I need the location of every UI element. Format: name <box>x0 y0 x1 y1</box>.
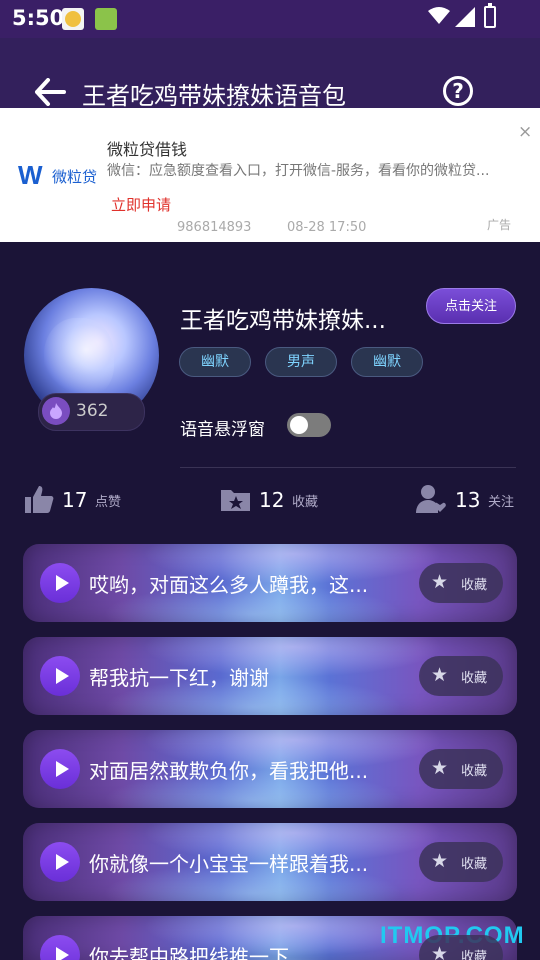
header: 王者吃鸡带妹撩妹语音包 ? <box>0 38 540 110</box>
heat-count: 362 <box>76 401 109 421</box>
collect-button-label: 收藏 <box>461 578 488 593</box>
flame-icon <box>42 397 70 425</box>
wifi-icon <box>428 6 450 31</box>
collect-button[interactable]: ★ 收藏 <box>419 749 503 789</box>
voice-clip-item[interactable]: 你就像一个小宝宝一样跟着我... ★ 收藏 <box>23 823 517 901</box>
clip-text: 哎哟，对面这么多人蹲我，这... <box>89 573 369 597</box>
follower-count: 13 <box>455 488 481 512</box>
voice-clip-item[interactable]: 哎哟，对面这么多人蹲我，这... ★ 收藏 <box>23 544 517 622</box>
collect-button[interactable]: ★ 收藏 <box>419 842 503 882</box>
float-window-label: 语音悬浮窗 <box>180 420 265 440</box>
collect-label: 收藏 <box>292 495 319 510</box>
play-icon[interactable] <box>40 935 80 960</box>
star-icon: ★ <box>431 757 449 779</box>
clip-text: 你去帮中路把线推一下 <box>89 945 289 960</box>
signal-icon <box>455 7 475 31</box>
ad-logo: W 微粒贷 <box>18 160 98 190</box>
play-icon[interactable] <box>40 563 80 603</box>
status-bar: 5:50 <box>0 0 540 38</box>
star-icon: ★ <box>431 850 449 872</box>
folder-star-icon[interactable] <box>220 484 250 514</box>
collect-button[interactable]: ★ 收藏 <box>419 935 503 960</box>
star-icon: ★ <box>431 664 449 686</box>
play-icon[interactable] <box>40 656 80 696</box>
ad-time: 08-28 17:50 <box>287 220 367 235</box>
tag-item[interactable]: 幽默 <box>179 347 251 377</box>
clip-text: 你就像一个小宝宝一样跟着我... <box>89 852 369 876</box>
user-heart-icon[interactable] <box>416 484 446 514</box>
collect-button-label: 收藏 <box>461 950 488 960</box>
battery-icon <box>484 3 496 28</box>
ad-label: 广告 <box>487 218 512 232</box>
collect-button-label: 收藏 <box>461 857 488 872</box>
tag-item[interactable]: 男声 <box>265 347 337 377</box>
voice-clip-item[interactable]: 帮我抗一下红，谢谢 ★ 收藏 <box>23 637 517 715</box>
like-label: 点赞 <box>95 495 122 510</box>
follow-button[interactable]: 点击关注 <box>426 288 516 324</box>
float-window-toggle[interactable] <box>287 413 331 437</box>
star-icon: ★ <box>431 943 449 960</box>
back-arrow-icon[interactable] <box>34 78 66 106</box>
help-icon[interactable]: ? <box>443 76 473 106</box>
clip-text: 对面居然敢欺负你，看我把他... <box>89 759 369 783</box>
ad-description: 微信：应急额度查看入口，打开微信-服务，看看你的微粒贷... <box>107 163 490 179</box>
close-icon[interactable]: × <box>518 122 532 142</box>
divider <box>180 467 516 468</box>
ad-brand: 微粒贷 <box>52 168 98 186</box>
brand-w-icon: W <box>18 160 43 190</box>
play-icon[interactable] <box>40 842 80 882</box>
status-time: 5:50 <box>12 6 65 30</box>
collect-count: 12 <box>259 488 285 512</box>
profile-name: 王者吃鸡带妹撩妹... <box>180 308 386 334</box>
ad-banner[interactable]: W 微粒贷 微粒贷借钱 微信：应急额度查看入口，打开微信-服务，看看你的微粒贷.… <box>0 108 540 242</box>
collect-button[interactable]: ★ 收藏 <box>419 563 503 603</box>
ad-id: 986814893 <box>177 220 252 235</box>
collect-button-label: 收藏 <box>461 764 488 779</box>
thumbs-up-icon[interactable] <box>24 484 54 514</box>
tag-item[interactable]: 幽默 <box>351 347 423 377</box>
collect-button-label: 收藏 <box>461 671 488 686</box>
clip-text: 帮我抗一下红，谢谢 <box>89 666 269 690</box>
voice-clip-item[interactable]: 对面居然敢欺负你，看我把他... ★ 收藏 <box>23 730 517 808</box>
play-icon[interactable] <box>40 749 80 789</box>
star-icon: ★ <box>431 571 449 593</box>
ad-title: 微粒贷借钱 <box>107 140 188 159</box>
collect-button[interactable]: ★ 收藏 <box>419 656 503 696</box>
like-count: 17 <box>62 488 88 512</box>
page-title: 王者吃鸡带妹撩妹语音包 <box>82 82 346 110</box>
notification-app-icon <box>62 8 84 30</box>
ad-apply-link[interactable]: 立即申请 <box>111 194 171 215</box>
follower-label: 关注 <box>488 495 515 510</box>
toggle-knob <box>290 416 308 434</box>
notification-app-icon <box>95 8 117 30</box>
